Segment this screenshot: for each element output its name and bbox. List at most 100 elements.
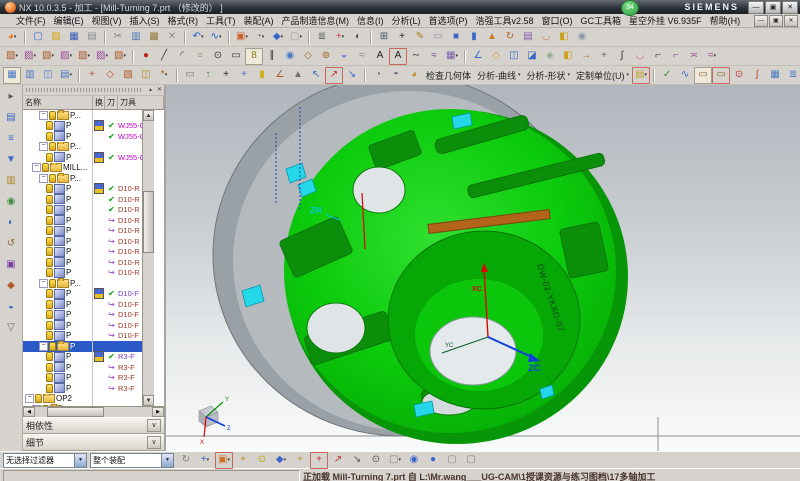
dropdown-arrow-icon[interactable]: ▾ (398, 457, 401, 463)
post-process-icon[interactable]: ∫ (748, 67, 766, 84)
panel-drag-grip[interactable] (26, 88, 143, 92)
select-filter-icon[interactable]: +▾ (196, 452, 214, 469)
chevron-down-icon[interactable]: ∨ (147, 436, 161, 449)
clipboard-a-icon[interactable]: ▢ (443, 452, 461, 469)
minimize-button[interactable]: — (748, 1, 764, 14)
mdi-minimize-button[interactable]: — (754, 15, 768, 27)
tree-horizontal-scrollbar[interactable]: ◀ ▶ (23, 406, 164, 417)
menu-item[interactable]: 视图(V) (88, 14, 126, 27)
expander-icon[interactable]: − (39, 174, 48, 183)
reuse-library-icon[interactable]: ▥ (3, 174, 19, 187)
dropdown-arrow-icon[interactable]: ▾ (281, 34, 284, 40)
extrude-sheet-icon[interactable]: ◫ (505, 48, 523, 65)
chevron-down-icon[interactable]: ∨ (147, 419, 161, 432)
circle-icon[interactable]: ○ (191, 48, 209, 65)
tree-group-row[interactable]: −P... (23, 278, 142, 289)
selection-filter-combo[interactable]: 无选择过滤器 ▼ (3, 453, 87, 468)
graphics-window[interactable]: DW-02-YKXD-07 ZM (166, 85, 800, 451)
show-hide-icon[interactable]: ◐ (349, 29, 367, 46)
layer-settings-icon[interactable]: ≣ (313, 29, 331, 46)
wcs-dynamics-icon[interactable]: ↗ (325, 67, 343, 84)
machined-part[interactable]: DW-02-YKXD-07 (213, 85, 628, 444)
highlight-selection-icon[interactable]: ▣▾ (215, 452, 233, 469)
fit-view-icon[interactable]: ▣▾ (233, 29, 251, 46)
snap-sphere-icon[interactable]: ● (424, 452, 442, 469)
assembly-constraints-icon[interactable]: ◇ (101, 67, 119, 84)
light-bulb-icon[interactable]: ▮ (253, 67, 271, 84)
dropdown-arrow-icon[interactable]: ▾ (207, 457, 210, 463)
expander-icon[interactable]: − (32, 163, 41, 172)
snap-circle-center-icon[interactable]: ⊙ (367, 452, 385, 469)
close-button[interactable]: ✕ (782, 1, 798, 14)
examine-geometry-button[interactable]: 检查几何体 (423, 68, 474, 83)
tube-icon[interactable]: + (595, 48, 613, 65)
csys-constructor-icon[interactable]: ∠ (271, 67, 289, 84)
dropdown-arrow-icon[interactable]: ▾ (51, 53, 54, 59)
show-toolpath-icon[interactable]: ✓ (658, 67, 676, 84)
face-blend-icon[interactable]: ◡ (631, 48, 649, 65)
menu-item[interactable]: 帮助(H) (706, 14, 745, 27)
text-tool-icon[interactable]: A (371, 48, 389, 65)
tree-operation-row[interactable]: P↪D10-R (23, 268, 142, 279)
tree-group-row[interactable]: −P (23, 341, 142, 352)
tree-operation-row[interactable]: P↪D10-R (23, 226, 142, 237)
snap-existing-point-icon[interactable]: ↘ (348, 452, 366, 469)
dropdown-arrow-icon[interactable]: ▾ (627, 72, 630, 78)
nx-launcher-icon[interactable]: ◕▾ (3, 29, 21, 46)
menu-item[interactable]: 工具(T) (202, 14, 240, 27)
menu-item[interactable]: 插入(S) (126, 14, 164, 27)
wcs-orient-icon[interactable]: ↘ (343, 67, 361, 84)
ellipse-icon[interactable]: ⊚ (317, 48, 335, 65)
dropdown-arrow-icon[interactable]: ▾ (284, 457, 287, 463)
panel-header[interactable]: ▴ ✕ (23, 85, 164, 96)
face-milling-icon[interactable]: ▧▾ (39, 48, 57, 65)
column-header-path[interactable]: 刀 (105, 96, 118, 109)
process-studio-icon[interactable]: ▣ (3, 258, 19, 271)
viewport-canvas[interactable]: DW-02-YKXD-07 ZM (166, 85, 800, 451)
expander-icon[interactable]: − (39, 111, 48, 120)
dropdown-arrow-icon[interactable]: ▾ (123, 53, 126, 59)
sketch-point-icon[interactable]: ● (137, 48, 155, 65)
layout-grid-icon[interactable]: ⊞ (375, 29, 393, 46)
selection-scope-combo[interactable]: 整个装配 ▼ (90, 453, 174, 468)
swept-icon[interactable]: ◡ (537, 29, 555, 46)
dropdown-arrow-icon[interactable]: ▾ (342, 34, 345, 40)
scroll-up-icon[interactable]: ▲ (143, 110, 154, 121)
tree-operation-row[interactable]: P✔D10-R (23, 184, 142, 195)
save-file-icon[interactable]: ▦ (65, 29, 83, 46)
delete-icon[interactable]: ✕ (163, 29, 181, 46)
snap-point-end-icon[interactable]: + (234, 452, 252, 469)
simulate-machine-icon[interactable]: ⊙ (730, 67, 748, 84)
customize-units-button[interactable]: 定制单位(U)▾ (573, 68, 632, 83)
dropdown-arrow-icon[interactable]: ▾ (87, 53, 90, 59)
panel-close-icon[interactable]: ✕ (155, 86, 164, 94)
gouge-check-icon[interactable]: ▭ (694, 67, 712, 84)
view-plane-icon[interactable]: ▭ (181, 67, 199, 84)
print-icon[interactable]: ▤ (83, 29, 101, 46)
shaded-view-icon[interactable]: ◆▾ (269, 29, 287, 46)
snapshot-icon[interactable]: ◔ (369, 67, 387, 84)
project-curve-icon[interactable]: ⌐ (667, 48, 685, 65)
floor-wall-milling-icon[interactable]: ▨▾ (57, 48, 75, 65)
pattern-feature-icon[interactable]: ▤ (519, 29, 537, 46)
studio-surface-icon[interactable]: ◉ (281, 48, 299, 65)
thicken-icon[interactable]: ◧ (559, 48, 577, 65)
restore-button[interactable]: ▣ (765, 1, 781, 14)
snap-intersection-icon[interactable]: + (291, 452, 309, 469)
menu-item[interactable]: 浩强工具v2.58 (472, 14, 538, 27)
orient-view-icon[interactable]: ▲ (289, 67, 307, 84)
assembly-navigator-icon[interactable]: ▤ (3, 111, 19, 124)
unite-boolean-icon[interactable]: ◧ (555, 29, 573, 46)
snap-center-icon[interactable]: + (310, 452, 328, 469)
curve-length-icon[interactable]: ∫ (613, 48, 631, 65)
dropdown-arrow-icon[interactable]: ▾ (201, 34, 204, 40)
open-file-icon[interactable]: ▨ (47, 29, 65, 46)
snap-midpoint-icon[interactable]: ⊙ (253, 452, 271, 469)
drilling-operation-icon[interactable]: ▨▾ (93, 48, 111, 65)
menu-item[interactable]: 文件(F) (12, 14, 50, 27)
tree-operation-row[interactable]: P↪R3-F (23, 383, 142, 394)
polygon-icon[interactable]: ◇ (299, 48, 317, 65)
scrollbar-thumb[interactable] (143, 191, 154, 253)
tree-operation-row[interactable]: P↪R3-F (23, 362, 142, 373)
tree-operation-row[interactable]: P✔WJ55-OF1 (23, 131, 142, 142)
